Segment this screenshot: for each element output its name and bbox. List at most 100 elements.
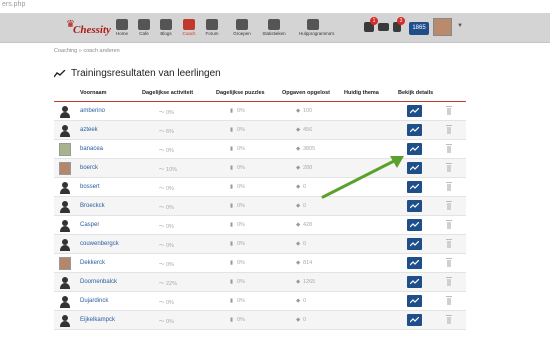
results-table: Voornaam Dagelijkse activiteit Dagelijks… (54, 86, 466, 330)
trash-icon[interactable] (446, 125, 452, 134)
student-name-link[interactable]: Eijkelkampck (80, 317, 115, 323)
student-name-link[interactable]: banacea (80, 146, 103, 152)
trash-icon[interactable] (446, 315, 452, 324)
bar-chart-icon: ▮ (230, 317, 234, 323)
puzzles-value: 0% (237, 203, 245, 209)
trash-icon[interactable] (446, 258, 452, 267)
solved-value: 814 (303, 260, 313, 266)
trash-icon[interactable] (446, 106, 452, 115)
trend-icon: 〜 (159, 186, 165, 192)
student-name-link[interactable]: Casper (80, 222, 99, 228)
nav-label: Statistieken (262, 31, 286, 36)
student-name-link[interactable]: Dekkerck (80, 260, 105, 266)
activity-value: 0% (166, 186, 174, 192)
view-details-button[interactable] (407, 219, 422, 231)
breadcrumb[interactable]: Coaching » coach anderen (54, 48, 120, 54)
avatar[interactable] (59, 124, 71, 137)
puzzles-value: 0% (237, 260, 245, 266)
student-name-link[interactable]: bossert (80, 184, 100, 190)
address-bar[interactable]: ers.php (0, 0, 550, 13)
view-details-button[interactable] (407, 162, 422, 174)
header-dagelijkse-puzzles[interactable]: Dagelijkse puzzles (216, 90, 265, 96)
view-details-button[interactable] (407, 181, 422, 193)
solved-cell: ◆ 3805 (296, 146, 315, 152)
trash-icon[interactable] (446, 296, 452, 305)
student-name-link[interactable]: Dujardinck (80, 298, 108, 304)
activity-value: 0% (166, 243, 174, 249)
header-huidig-thema: Huidig thema (344, 90, 379, 96)
nav-statistieken[interactable]: Statistieken (260, 13, 288, 43)
header-opgaven-opgelost[interactable]: Opgaven opgelost (282, 90, 330, 96)
notification-icon[interactable]: 1 (364, 17, 378, 32)
avatar[interactable] (59, 314, 71, 327)
activity-value: 0% (166, 110, 174, 116)
avatar[interactable] (59, 143, 71, 156)
puzzles-cell: ▮ 0% (230, 203, 245, 209)
avatar[interactable] (59, 200, 71, 213)
avatar[interactable] (59, 295, 71, 308)
activity-cell: 〜0% (159, 108, 174, 116)
view-details-button[interactable] (407, 276, 422, 288)
bar-chart-icon: ▮ (230, 184, 234, 190)
avatar[interactable] (59, 219, 71, 232)
avatar[interactable] (59, 105, 71, 118)
student-name-link[interactable]: couwenbergck (80, 241, 119, 247)
trash-icon[interactable] (446, 201, 452, 210)
avatar[interactable] (59, 162, 71, 175)
puzzles-cell: ▮ 0% (230, 279, 245, 285)
solved-value: 0 (303, 298, 307, 304)
solved-value: 0 (303, 317, 307, 323)
cafe-icon (138, 19, 150, 30)
solved-cell: ◆ 0 (296, 203, 306, 209)
solved-value: 0 (303, 203, 307, 209)
trash-icon[interactable] (446, 163, 452, 172)
puzzle-piece-icon: ◆ (296, 203, 301, 209)
puzzle-piece-icon: ◆ (296, 108, 301, 114)
line-chart-icon (54, 70, 66, 78)
statistieken-icon (268, 19, 280, 30)
nav-groepen[interactable]: Groepen (228, 13, 256, 43)
student-name-link[interactable]: Doornenbalck (80, 279, 117, 285)
view-details-button[interactable] (407, 124, 422, 136)
trash-icon[interactable] (446, 239, 452, 248)
line-chart-icon (410, 279, 419, 285)
student-name-link[interactable]: azteek (80, 127, 98, 133)
puzzle-piece-icon: ◆ (296, 184, 301, 190)
view-details-button[interactable] (407, 143, 422, 155)
view-details-button[interactable] (407, 105, 422, 117)
solved-cell: ◆ 0 (296, 241, 306, 247)
avatar[interactable] (59, 276, 71, 289)
trash-icon[interactable] (446, 182, 452, 191)
view-details-button[interactable] (407, 200, 422, 212)
activity-value: 22% (166, 281, 178, 287)
student-name-link[interactable]: amberino (80, 108, 105, 114)
header-voornaam[interactable]: Voornaam (80, 90, 107, 96)
nav-forum[interactable]: Forum (198, 13, 226, 43)
activity-cell: 〜0% (159, 184, 174, 192)
avatar[interactable] (59, 181, 71, 194)
view-details-button[interactable] (407, 238, 422, 250)
rating-badge[interactable]: 1865 (409, 22, 429, 35)
solved-value: 100 (303, 108, 313, 114)
chevron-down-icon[interactable]: ▼ (457, 23, 463, 29)
mail-icon[interactable] (378, 23, 389, 31)
puzzles-value: 0% (237, 108, 245, 114)
student-name-link[interactable]: Broeckck (80, 203, 105, 209)
view-details-button[interactable] (407, 314, 422, 326)
header-dagelijkse-activiteit[interactable]: Dagelijkse activiteit (142, 90, 193, 96)
chessity-logo[interactable]: ♛ Chessity (66, 16, 111, 40)
student-name-link[interactable]: boerck (80, 165, 98, 171)
view-details-button[interactable] (407, 295, 422, 307)
avatar[interactable] (59, 238, 71, 251)
table-row: azteek 〜6% ▮ 0% ◆ 456 (54, 121, 466, 140)
trash-icon[interactable] (446, 277, 452, 286)
flag-icon[interactable]: 3 (393, 17, 405, 32)
profile-avatar[interactable] (433, 18, 452, 36)
trash-icon[interactable] (446, 144, 452, 153)
trash-icon[interactable] (446, 220, 452, 229)
avatar[interactable] (59, 257, 71, 270)
puzzles-value: 0% (237, 127, 245, 133)
nav-hulpprogrammas[interactable]: Hulpprogramma's (299, 13, 334, 43)
trend-icon: 〜 (159, 281, 165, 287)
view-details-button[interactable] (407, 257, 422, 269)
